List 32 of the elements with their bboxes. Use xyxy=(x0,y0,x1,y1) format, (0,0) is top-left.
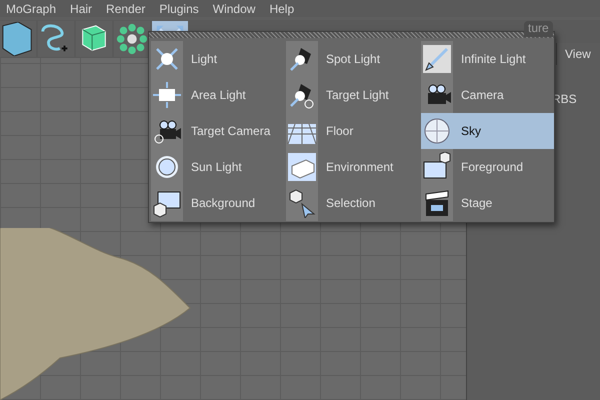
menu-entry[interactable]: Floor xyxy=(286,113,419,149)
menu-entry[interactable]: Area Light xyxy=(151,77,284,113)
menu-entry[interactable]: Environment xyxy=(286,149,419,185)
menu-entry[interactable]: Camera xyxy=(421,77,554,113)
menu-entry[interactable]: Foreground xyxy=(421,149,554,185)
panel-tab[interactable]: ture xyxy=(524,21,553,37)
sphere-icon xyxy=(422,116,452,146)
toolbar-button[interactable] xyxy=(0,21,36,57)
menu-item[interactable]: Help xyxy=(269,0,294,18)
menu-entry[interactable]: Target Camera xyxy=(151,113,284,149)
cloner-icon xyxy=(115,22,149,56)
toolbar-button[interactable] xyxy=(38,21,74,57)
area-light-icon xyxy=(152,80,182,110)
menu-item[interactable]: MoGraph xyxy=(6,0,56,18)
cube-cursor-icon xyxy=(287,188,317,218)
menu-entry[interactable]: Background xyxy=(151,185,284,221)
menu-item[interactable]: Window xyxy=(212,0,256,18)
box-icon xyxy=(287,152,317,182)
menu-entry[interactable]: Sky xyxy=(421,113,554,149)
menu-entry[interactable]: Sun Light xyxy=(151,149,284,185)
menu-entry[interactable]: Stage xyxy=(421,185,554,221)
menu-item[interactable]: Render xyxy=(106,0,146,18)
menu-entry[interactable]: Infinite Light xyxy=(421,41,554,77)
toolbar-button[interactable] xyxy=(114,21,150,57)
menu-entry[interactable]: Light xyxy=(151,41,284,77)
pencil-icon xyxy=(422,44,452,74)
menu-item[interactable]: Plugins xyxy=(159,0,199,18)
menu-entry[interactable]: Selection xyxy=(286,185,419,221)
menu-item[interactable]: Hair xyxy=(70,0,92,18)
menu-entry[interactable]: Spot Light xyxy=(286,41,419,77)
toolbar-button[interactable] xyxy=(76,21,112,57)
menu-entry[interactable]: Target Light xyxy=(286,77,419,113)
